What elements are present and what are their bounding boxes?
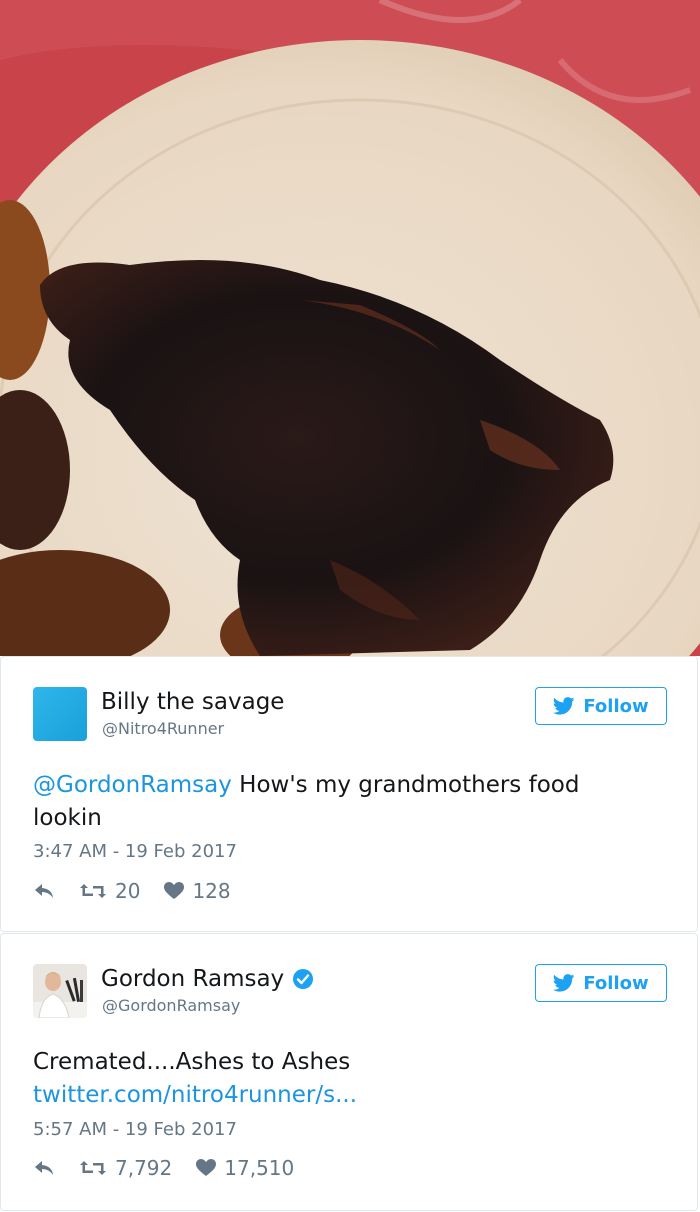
timestamp[interactable]: 3:47 AM - 19 Feb 2017 — [33, 841, 237, 862]
follow-label: Follow — [583, 972, 649, 994]
tweet-actions: 7,792 17,510 — [33, 1156, 318, 1180]
retweet-button[interactable]: 20 — [79, 879, 140, 903]
tweet-gordon: Gordon Ramsay @GordonRamsay Follow Crema… — [0, 933, 698, 1211]
like-count: 128 — [192, 879, 231, 903]
like-count: 17,510 — [224, 1156, 295, 1180]
retweet-icon — [80, 884, 106, 898]
display-name[interactable]: Gordon Ramsay — [101, 966, 314, 992]
follow-label: Follow — [583, 695, 649, 717]
reply-icon — [35, 884, 53, 898]
tweet-actions: 20 128 — [33, 879, 255, 903]
tweet-text: @GordonRamsay How's my grandmothers food… — [33, 769, 653, 835]
tweet-body: Cremated....Ashes to Ashes — [33, 1049, 351, 1075]
follow-button[interactable]: Follow — [535, 687, 667, 725]
verified-badge-icon — [293, 969, 314, 989]
display-name-text[interactable]: Gordon Ramsay — [101, 966, 284, 992]
reply-button[interactable] — [33, 882, 55, 900]
reply-button[interactable] — [33, 1159, 55, 1177]
like-button[interactable]: 128 — [164, 879, 231, 903]
display-name[interactable]: Billy the savage — [101, 689, 284, 715]
mention-link[interactable]: @GordonRamsay — [33, 772, 232, 798]
reply-icon — [35, 1161, 53, 1175]
follow-button[interactable]: Follow — [535, 964, 667, 1002]
heart-icon — [164, 882, 185, 899]
tweet-link[interactable]: twitter.com/nitro4runner/s... — [33, 1079, 653, 1112]
like-button[interactable]: 17,510 — [196, 1156, 294, 1180]
user-handle[interactable]: @Nitro4Runner — [102, 719, 224, 738]
heart-icon — [196, 1159, 217, 1176]
avatar[interactable] — [33, 964, 87, 1018]
twitter-bird-icon — [553, 974, 575, 992]
twitter-bird-icon — [553, 697, 575, 715]
display-name-text[interactable]: Billy the savage — [101, 689, 284, 715]
retweet-icon — [80, 1161, 106, 1175]
retweet-button[interactable]: 7,792 — [79, 1156, 172, 1180]
tweet-text: Cremated....Ashes to Ashes twitter.com/n… — [33, 1046, 653, 1112]
photo-illustration — [0, 0, 700, 656]
user-handle[interactable]: @GordonRamsay — [102, 996, 240, 1015]
avatar-image — [33, 964, 87, 1018]
tweet-billy: Billy the savage @Nitro4Runner Follow @G… — [0, 656, 698, 932]
retweet-count: 7,792 — [115, 1156, 173, 1180]
avatar[interactable] — [33, 687, 87, 741]
retweet-count: 20 — [115, 879, 141, 903]
timestamp[interactable]: 5:57 AM - 19 Feb 2017 — [33, 1119, 237, 1140]
burnt-food-photo — [0, 0, 700, 656]
